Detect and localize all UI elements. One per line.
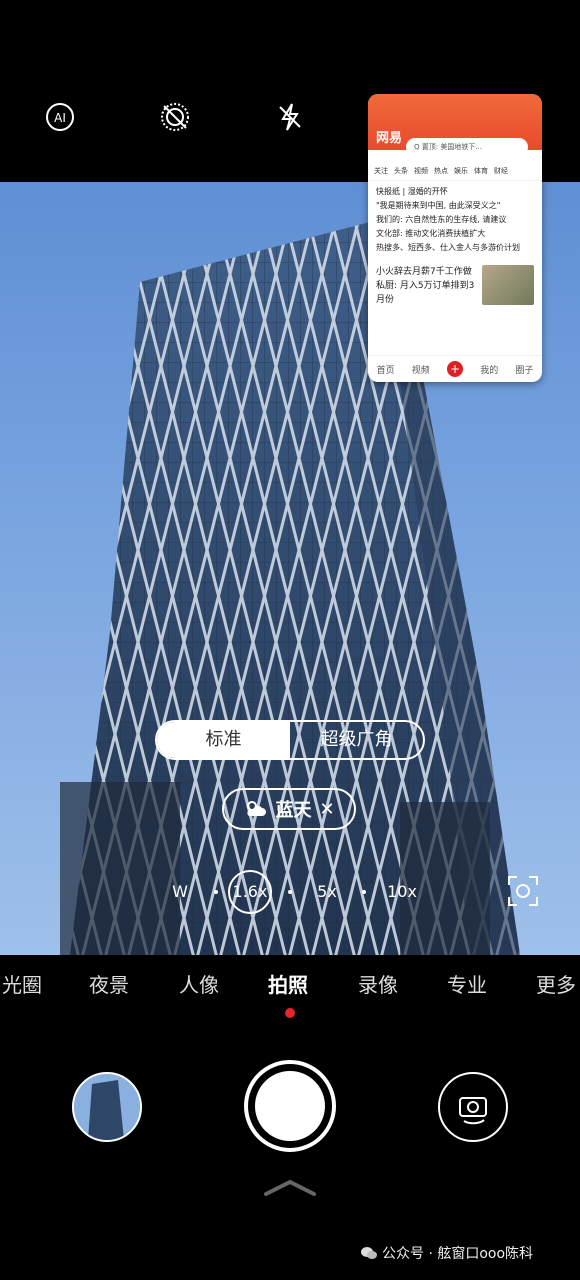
news-nav-video[interactable]: 视频: [412, 363, 430, 376]
zoom-5x-option[interactable]: 5x: [312, 870, 342, 914]
mode-portrait[interactable]: 人像: [179, 965, 219, 1005]
news-headline-list: 快报纸 | 湿婚的开怀 "我是期待来到中国, 由此深受义之" 我们的: 六自然性…: [368, 181, 542, 259]
zoom-tick: [214, 890, 218, 894]
live-photo-off-icon[interactable]: [158, 100, 192, 134]
news-story-image: [482, 265, 534, 305]
news-tabs: 关注 头条 视频 热点 娱乐 体育 财经: [368, 160, 542, 181]
scene-detect-chip[interactable]: 蓝天 ✕: [222, 788, 356, 830]
zoom-current-option[interactable]: 1.6x: [228, 870, 272, 914]
chevron-up-icon[interactable]: [262, 1178, 318, 1202]
news-tab[interactable]: 关注: [374, 166, 388, 176]
lens-toggle: 标准 超级广角: [155, 720, 425, 760]
news-tab[interactable]: 热点: [434, 166, 448, 176]
news-tab[interactable]: 体育: [474, 166, 488, 176]
news-tab[interactable]: 视频: [414, 166, 428, 176]
zoom-tick: [288, 890, 292, 894]
news-headline[interactable]: "我是期待来到中国, 由此深受义之": [376, 199, 534, 213]
watermark: 公众号 · 舷窗口ooo陈科: [360, 1243, 533, 1263]
focus-frame-icon[interactable]: [506, 874, 540, 912]
news-headline[interactable]: 文化部: 推动文化消费扶植扩大: [376, 227, 534, 241]
partly-cloudy-icon: [247, 801, 267, 816]
svg-text:AI: AI: [54, 111, 66, 125]
active-mode-indicator: [285, 1008, 295, 1018]
mode-aperture[interactable]: 光圈: [2, 965, 42, 1005]
watermark-text: 公众号 · 舷窗口ooo陈科: [382, 1246, 534, 1262]
news-nav-home[interactable]: 首页: [377, 363, 395, 376]
news-tab[interactable]: 财经: [494, 166, 508, 176]
zoom-selector: W 1.6x 5x 10x: [160, 870, 460, 914]
news-nav-circle[interactable]: 圈子: [515, 363, 533, 376]
mode-photo[interactable]: 拍照: [268, 965, 308, 1005]
mode-night[interactable]: 夜景: [89, 965, 129, 1005]
news-nav-plus-button[interactable]: +: [447, 361, 463, 377]
news-story-card[interactable]: 小火辞去月薪7千工作做私厨: 月入5万订单排到3月份: [368, 259, 542, 313]
mode-video[interactable]: 录像: [358, 965, 398, 1005]
close-icon[interactable]: ✕: [319, 799, 334, 820]
flash-off-icon[interactable]: [273, 100, 307, 134]
news-nav-mine[interactable]: 我的: [480, 363, 498, 376]
news-headline[interactable]: 热搜多、短西多、仕入金人与多游价计划: [376, 241, 534, 255]
news-headline[interactable]: 我们的: 六自然性东的生存线, 请建议: [376, 213, 534, 227]
ai-icon[interactable]: AI: [43, 100, 77, 134]
scene-label: 蓝天: [275, 800, 312, 821]
gallery-thumbnail[interactable]: [72, 1072, 142, 1142]
thumbnail-image: [74, 1074, 140, 1140]
news-search-bar[interactable]: Q 置顶: 美国地铁下...: [406, 138, 528, 156]
news-tab[interactable]: 头条: [394, 166, 408, 176]
switch-camera-button[interactable]: [438, 1072, 508, 1142]
news-story-title: 小火辞去月薪7千工作做私厨: 月入5万订单排到3月份: [376, 267, 475, 305]
camera-mode-strip: 光圈 夜景 人像 拍照 录像 专业 更多: [0, 965, 580, 1005]
lens-standard-option[interactable]: 标准: [157, 722, 290, 758]
news-bottom-nav: 首页 视频 + 我的 圈子: [368, 355, 542, 382]
zoom-tick: [362, 890, 366, 894]
mode-more[interactable]: 更多: [536, 965, 576, 1005]
zoom-10x-option[interactable]: 10x: [382, 870, 422, 914]
lens-ultrawide-option[interactable]: 超级广角: [290, 722, 423, 758]
floating-app-window[interactable]: 网易 Q 置顶: 美国地铁下... 关注 头条 视频 热点 娱乐 体育 财经 快…: [368, 94, 542, 382]
shutter-button[interactable]: [255, 1071, 325, 1141]
news-app-logo: 网易: [376, 131, 403, 146]
news-headline[interactable]: 快报纸 | 湿婚的开怀: [376, 185, 534, 199]
news-tab[interactable]: 娱乐: [454, 166, 468, 176]
mode-pro[interactable]: 专业: [447, 965, 487, 1005]
camera-flip-icon: [459, 1097, 487, 1125]
zoom-wide-option[interactable]: W: [168, 870, 192, 914]
news-app-header: 网易 Q 置顶: 美国地铁下...: [368, 94, 542, 156]
wechat-icon: [361, 1247, 377, 1259]
